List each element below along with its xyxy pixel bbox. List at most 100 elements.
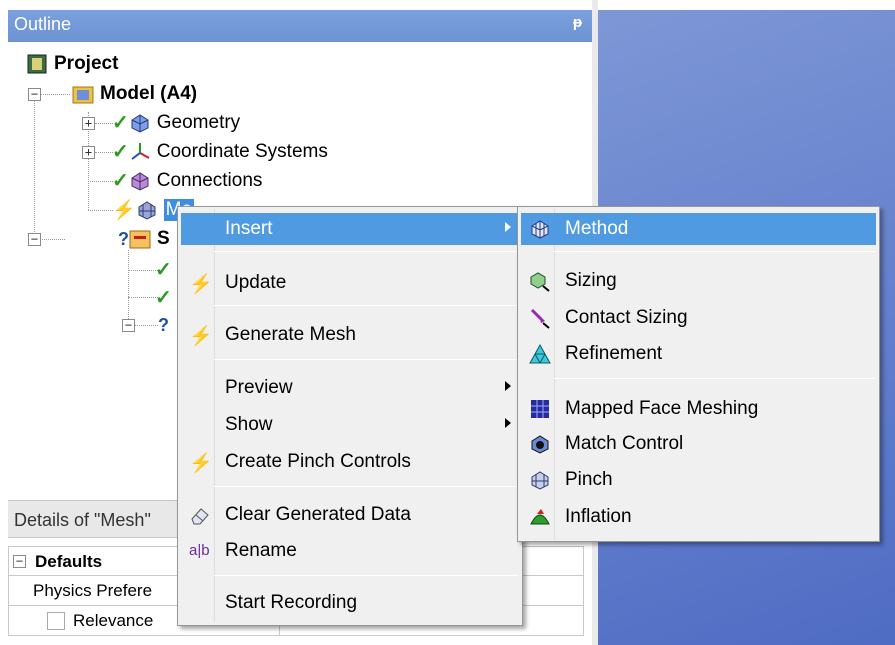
tree-line: [34, 88, 35, 240]
tree-line: [40, 239, 65, 240]
tree-line: [128, 250, 129, 325]
menu-separator: [214, 486, 518, 487]
submenu-item-refinement[interactable]: Refinement: [521, 338, 876, 370]
tree-item-model[interactable]: Model (A4): [72, 82, 197, 106]
project-icon: [26, 53, 48, 75]
tree-item-coordinate-systems[interactable]: ✓ Coordinate Systems: [112, 140, 328, 164]
menu-separator: [214, 305, 518, 306]
submenu-item-pinch[interactable]: Pinch: [521, 464, 876, 496]
tree-line: [95, 123, 113, 124]
menu-label: Generate Mesh: [225, 324, 356, 345]
menu-separator: [214, 359, 518, 360]
menu-item-rename[interactable]: a|b Rename: [181, 535, 519, 567]
match-control-icon: [529, 433, 551, 455]
outline-titlebar: Outline ᵽ: [8, 10, 592, 42]
collapse-icon[interactable]: −: [28, 233, 41, 246]
menu-label: Pinch: [565, 469, 613, 490]
property-label: Relevance: [73, 611, 154, 630]
expand-icon[interactable]: +: [82, 117, 95, 130]
tree-label-model: Model (A4): [100, 83, 198, 104]
tree-label-solution: S: [157, 228, 170, 249]
pin-icon[interactable]: ᵽ: [573, 14, 582, 31]
details-title: Details of "Mesh": [14, 510, 151, 530]
geometry-icon: [129, 112, 151, 134]
tree-item-geometry[interactable]: ✓ Geometry: [112, 111, 240, 135]
menu-label: Insert: [225, 218, 273, 239]
outline-title: Outline: [14, 14, 72, 34]
menu-label: Sizing: [565, 270, 617, 291]
menu-item-insert[interactable]: Insert: [181, 213, 519, 245]
tree-line: [88, 181, 113, 182]
collapse-icon[interactable]: −: [13, 555, 26, 568]
menu-item-show[interactable]: Show: [181, 409, 519, 441]
tree-line: [133, 325, 158, 326]
menu-label: Start Recording: [225, 592, 358, 613]
question-icon: ?: [158, 314, 169, 335]
menu-separator: [214, 575, 518, 576]
folder-icon: [72, 83, 94, 105]
submenu-arrow-icon: [505, 418, 511, 428]
contact-sizing-icon: [529, 307, 551, 329]
menu-label: Rename: [225, 540, 297, 561]
tree-item-project[interactable]: Project: [26, 52, 118, 76]
menu-item-clear-generated-data[interactable]: Clear Generated Data: [181, 499, 519, 531]
menu-item-preview[interactable]: Preview: [181, 372, 519, 404]
menu-item-update[interactable]: ⚡ Update: [181, 267, 519, 299]
solution-icon: [129, 228, 151, 250]
check-icon: ✓: [112, 112, 129, 134]
menu-label: Match Control: [565, 433, 684, 454]
tree-line: [40, 94, 70, 95]
submenu-item-mapped-face-meshing[interactable]: Mapped Face Meshing: [521, 393, 876, 425]
menu-label: Preview: [225, 377, 293, 398]
tree-item-solution-child[interactable]: ?: [158, 313, 169, 337]
question-icon: ?: [118, 228, 129, 249]
eraser-icon: [189, 504, 211, 526]
inflation-icon: [529, 506, 551, 528]
rename-icon: a|b: [189, 542, 210, 559]
context-menu: Insert ⚡ Update ⚡ Generate Mesh Preview …: [177, 206, 523, 626]
menu-separator: [554, 378, 875, 379]
tree-label-connections: Connections: [156, 170, 263, 191]
menu-label: Method: [565, 218, 629, 239]
tree-item-connections[interactable]: ✓ Connections: [112, 169, 262, 193]
submenu-arrow-icon: [505, 222, 511, 232]
tree-item-solution-child[interactable]: ✓: [155, 258, 172, 282]
menu-label: Create Pinch Controls: [225, 451, 411, 472]
submenu-item-inflation[interactable]: Inflation: [521, 501, 876, 533]
lightning-icon: ⚡: [189, 274, 213, 295]
collapse-icon[interactable]: −: [122, 319, 135, 332]
menu-label: Show: [225, 414, 273, 435]
pinch-icon: [529, 469, 551, 491]
menu-separator: [214, 251, 518, 252]
submenu-item-sizing[interactable]: Sizing: [521, 265, 876, 297]
check-icon: ✓: [155, 287, 172, 309]
menu-label: Update: [225, 272, 287, 293]
tree-item-solution-child[interactable]: ✓: [155, 286, 172, 310]
tree-label-geometry: Geometry: [156, 112, 241, 133]
check-icon: ✓: [155, 259, 172, 281]
menu-label: Clear Generated Data: [225, 504, 411, 525]
submenu-item-method[interactable]: Method: [521, 213, 876, 245]
checkbox[interactable]: [47, 612, 65, 630]
submenu-item-match-control[interactable]: Match Control: [521, 428, 876, 460]
menu-label: Inflation: [565, 506, 632, 527]
menu-item-start-recording[interactable]: Start Recording: [181, 587, 519, 619]
tree-line: [128, 297, 158, 298]
expand-icon[interactable]: +: [82, 146, 95, 159]
menu-item-create-pinch-controls[interactable]: ⚡ Create Pinch Controls: [181, 446, 519, 478]
submenu-item-contact-sizing[interactable]: Contact Sizing: [521, 302, 876, 334]
tree-line: [95, 152, 113, 153]
sizing-icon: [529, 270, 551, 292]
collapse-icon[interactable]: −: [28, 88, 41, 101]
tree-label-coordinate-systems: Coordinate Systems: [156, 141, 328, 162]
property-label: Physics Prefere: [33, 581, 153, 600]
menu-label: Refinement: [565, 343, 663, 364]
menu-item-generate-mesh[interactable]: ⚡ Generate Mesh: [181, 319, 519, 351]
tree-line: [88, 210, 113, 211]
tree-item-solution[interactable]: ? S: [118, 227, 170, 251]
tree-line: [128, 270, 158, 271]
submenu-arrow-icon: [505, 381, 511, 391]
check-icon: ✓: [112, 170, 129, 192]
lightning-icon: ⚡: [189, 326, 213, 347]
mapped-face-icon: [529, 398, 551, 420]
